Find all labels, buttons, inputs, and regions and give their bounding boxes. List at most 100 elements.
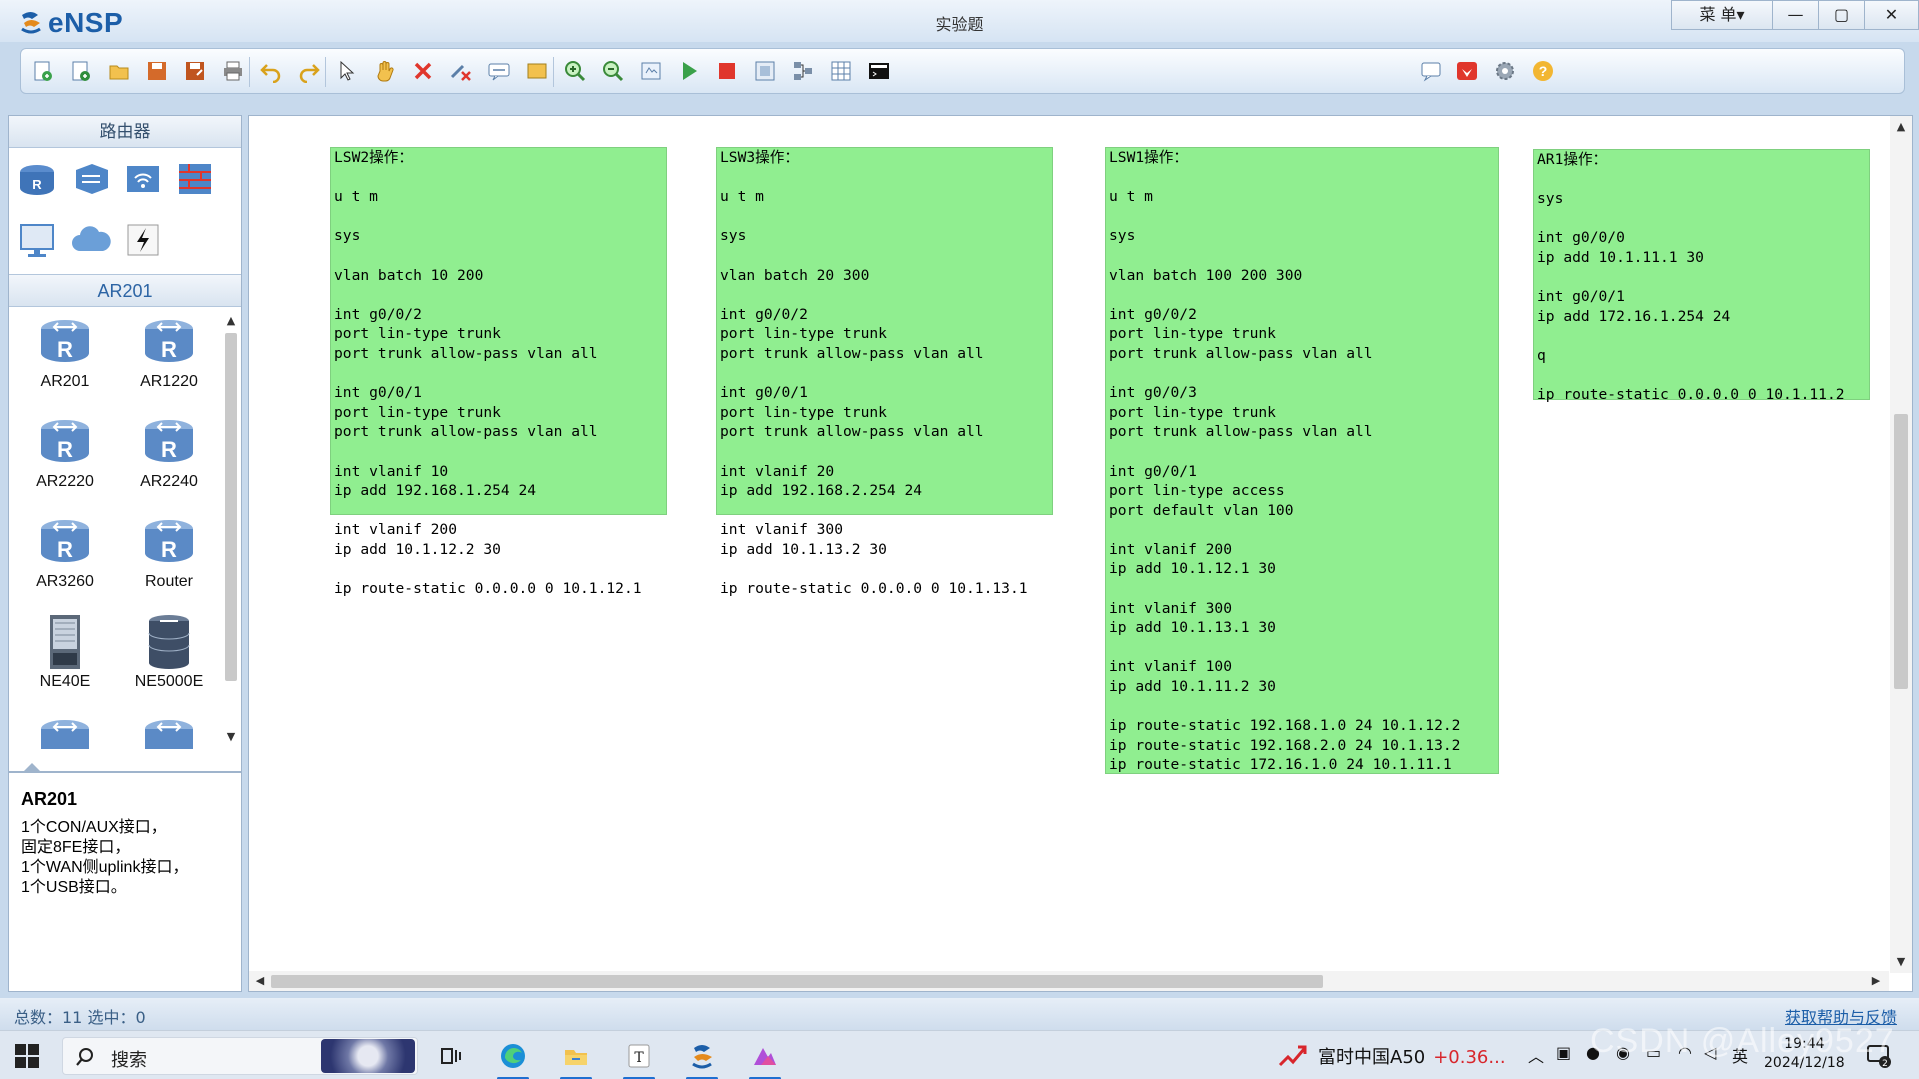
save-as-icon[interactable] xyxy=(181,58,209,84)
text-note-lsw2[interactable]: LSW2操作： u t m sys vlan batch 10 200 int … xyxy=(330,147,667,597)
print-icon[interactable] xyxy=(219,58,247,84)
hand-icon[interactable] xyxy=(371,58,399,84)
note-line: ip route-static 0.0.0.0 0 10.1.12.1 xyxy=(334,580,642,598)
ensp-icon[interactable] xyxy=(680,1037,724,1079)
vertical-scroll-thumb[interactable] xyxy=(1894,414,1908,689)
windows-start-icon[interactable] xyxy=(14,1043,40,1069)
scroll-down-arrow-icon[interactable]: ▼ xyxy=(1890,953,1912,971)
device-item-ar3260[interactable]: R AR3260 xyxy=(15,513,115,591)
svg-text:R: R xyxy=(32,177,42,192)
main-menu-button[interactable]: 菜 单▾ xyxy=(1671,0,1773,30)
task-view-icon[interactable] xyxy=(428,1037,472,1075)
device-list-scrollbar[interactable]: ▲ ▼ xyxy=(223,313,239,745)
note-line xyxy=(1537,209,1866,229)
note-line: ip route-static 192.168.2.0 24 10.1.13.2 xyxy=(1109,736,1461,754)
app-icon[interactable] xyxy=(743,1037,787,1079)
message-icon[interactable] xyxy=(1417,58,1445,84)
connection-category-icon[interactable] xyxy=(121,218,165,262)
edge-icon[interactable] xyxy=(491,1037,535,1079)
horizontal-scroll-thumb[interactable] xyxy=(271,975,1323,988)
display-icon[interactable]: ▭ xyxy=(1646,1043,1661,1062)
topology-icon[interactable] xyxy=(789,58,817,84)
scroll-left-arrow-icon[interactable]: ◀ xyxy=(251,971,269,991)
zoom-in-icon[interactable] xyxy=(561,58,589,84)
terminal-icon[interactable] xyxy=(865,58,893,84)
notification-icon[interactable]: 2 xyxy=(1866,1043,1892,1069)
wechat-icon[interactable]: ● xyxy=(1586,1043,1600,1062)
device-item-ar2220[interactable]: R AR2220 xyxy=(15,413,115,491)
note-line: int g0/0/3 xyxy=(1109,384,1197,402)
grid-icon[interactable] xyxy=(827,58,855,84)
device-item-ar2240[interactable]: R AR2240 xyxy=(119,413,219,491)
taskbar-search-box[interactable]: 搜索 xyxy=(62,1037,418,1075)
input-method-indicator[interactable]: 英 xyxy=(1732,1043,1748,1067)
open-icon[interactable] xyxy=(105,58,133,84)
undo-icon[interactable] xyxy=(257,58,285,84)
settings-icon[interactable] xyxy=(1491,58,1519,84)
volume-icon[interactable]: ◁ xyxy=(1704,1043,1716,1062)
cloud-category-icon[interactable] xyxy=(69,218,113,262)
chassis-router-icon xyxy=(50,615,80,669)
note-line xyxy=(720,442,1049,462)
note-line: int g0/0/1 xyxy=(334,384,422,402)
scroll-right-arrow-icon[interactable]: ▶ xyxy=(1867,971,1885,991)
delete-connections-icon[interactable] xyxy=(447,58,475,84)
topology-canvas[interactable]: LSW2操作： u t m sys vlan batch 10 200 int … xyxy=(248,115,1913,992)
note-line xyxy=(720,501,1049,521)
file-explorer-icon[interactable] xyxy=(554,1037,598,1079)
typora-icon[interactable]: T xyxy=(617,1037,661,1079)
wireless-category-icon[interactable] xyxy=(121,157,165,201)
horizontal-scrollbar[interactable]: ◀ ▶ xyxy=(249,971,1889,991)
switch-category-icon[interactable] xyxy=(69,157,113,201)
wifi-icon[interactable]: ◠ xyxy=(1678,1043,1692,1062)
minimize-button[interactable]: — xyxy=(1773,0,1819,30)
help-feedback-link[interactable]: 获取帮助与反馈 xyxy=(1785,1004,1897,1028)
firewall-category-icon[interactable] xyxy=(173,157,217,201)
device-item-ne5000e[interactable]: NE5000E xyxy=(119,613,219,691)
scroll-up-arrow-icon[interactable]: ▲ xyxy=(223,313,239,329)
device-item-ar1220[interactable]: R AR1220 xyxy=(119,313,219,391)
huawei-icon[interactable] xyxy=(1453,58,1481,84)
device-item-partial[interactable] xyxy=(119,713,219,749)
maximize-button[interactable]: ▢ xyxy=(1819,0,1865,30)
device-item-partial[interactable] xyxy=(15,713,115,749)
new-topology-icon[interactable] xyxy=(29,58,57,84)
help-icon[interactable]: ? xyxy=(1529,58,1557,84)
note-line: u t m xyxy=(334,188,378,206)
scroll-thumb[interactable] xyxy=(225,333,237,681)
select-icon[interactable] xyxy=(333,58,361,84)
network-device-icon[interactable]: ▣ xyxy=(1556,1043,1571,1062)
new-example-icon[interactable] xyxy=(67,58,95,84)
scroll-down-arrow-icon[interactable]: ▼ xyxy=(223,729,239,745)
device-item-ne40e[interactable]: NE40E xyxy=(15,613,115,691)
device-label: AR1220 xyxy=(140,373,198,390)
save-icon[interactable] xyxy=(143,58,171,84)
clock[interactable]: 19:44 2024/12/18 xyxy=(1764,1035,1845,1073)
fit-icon[interactable] xyxy=(637,58,665,84)
device-info-line: 1个CON/AUX接口， xyxy=(21,819,167,836)
router-category-icon[interactable]: R xyxy=(15,157,59,201)
chevron-up-icon[interactable]: ︿ xyxy=(1528,1043,1544,1067)
text-note-lsw1[interactable]: LSW1操作： u t m sys vlan batch 100 200 300… xyxy=(1105,147,1499,774)
close-button[interactable]: ✕ xyxy=(1865,0,1919,30)
note-line: sys xyxy=(1109,227,1136,245)
vertical-scrollbar[interactable]: ▲ ▼ xyxy=(1890,116,1912,973)
device-item-ar201[interactable]: R AR201 xyxy=(15,313,115,391)
delete-icon[interactable] xyxy=(409,58,437,84)
stock-ticker[interactable]: 富时中国A50 +0.36... xyxy=(1318,1043,1506,1069)
stop-device-icon[interactable] xyxy=(713,58,741,84)
text-icon[interactable] xyxy=(485,58,513,84)
start-device-icon[interactable] xyxy=(675,58,703,84)
note-line xyxy=(334,559,663,579)
palette-icon[interactable] xyxy=(523,58,551,84)
terminal-category-icon[interactable] xyxy=(15,218,59,262)
tray-app-icon[interactable]: ◉ xyxy=(1616,1043,1630,1062)
zoom-out-icon[interactable] xyxy=(599,58,627,84)
capture-icon[interactable] xyxy=(751,58,779,84)
text-note-lsw3[interactable]: LSW3操作： u t m sys vlan batch 20 300 int … xyxy=(716,147,1053,597)
redo-icon[interactable] xyxy=(295,58,323,84)
device-item-router[interactable]: R Router xyxy=(119,513,219,591)
text-note-ar1[interactable]: AR1操作： sys int g0/0/0 ip add 10.1.11.1 30… xyxy=(1533,149,1870,403)
note-line: int g0/0/2 xyxy=(1109,305,1197,323)
scroll-up-arrow-icon[interactable]: ▲ xyxy=(1890,118,1912,136)
